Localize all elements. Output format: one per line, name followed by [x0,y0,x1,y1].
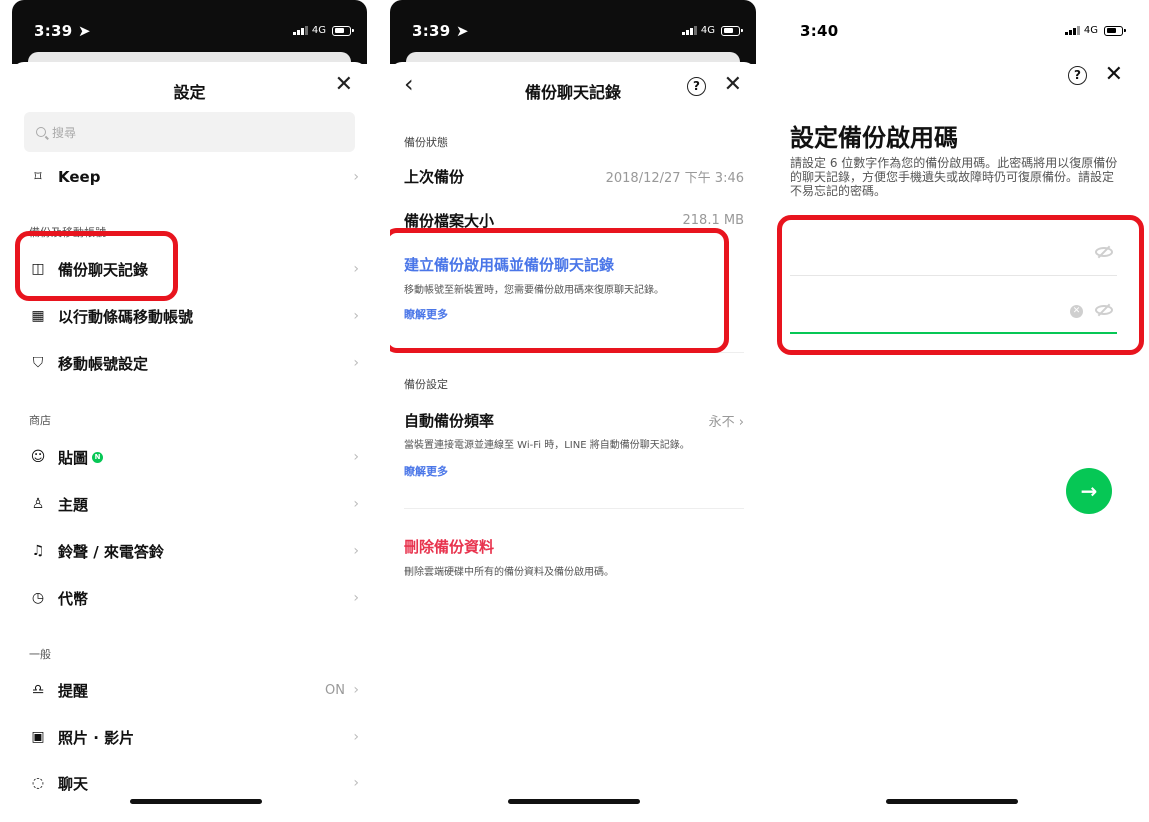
settings-item-themes[interactable]: ♙ 主題 › [12,481,367,527]
bookmark-icon: ⌑ [34,169,42,185]
chevron-right-icon: › [353,543,359,559]
chevron-right-icon: › [353,682,359,698]
settings-item-label: 提醒 [58,681,89,700]
auto-backup-row[interactable]: 自動備份頻率 永不 › [404,410,744,431]
photo-icon: ▣ [31,729,45,745]
page-title: 設定備份啟用碼 [790,124,958,152]
chevron-right-icon: › [353,261,359,277]
network-label: 4G [1083,25,1098,36]
signal-icon [1065,26,1080,35]
backup-screen: 3:39 ➤ 4G ‹ 備份聊天記錄 ? ✕ 備份狀態 上次備份 2018/12… [390,0,756,822]
status-bar: 3:40 4G [772,0,1149,64]
last-backup-row: 上次備份 2018/12/27 下午 3:46 [404,166,744,187]
section-header-settings: 備份設定 [404,378,448,391]
chevron-right-icon: › [353,775,359,791]
auto-backup-label: 自動備份頻率 [404,412,495,430]
settings-item-label: 貼圖 [58,448,89,467]
chat-icon: ◌ [31,775,45,791]
status-time: 3:40 [800,22,839,40]
close-icon[interactable]: ✕ [724,74,742,96]
backup-size-value: 218.1 MB [682,213,744,228]
search-placeholder: 搜尋 [52,125,77,140]
auto-backup-frequency: 永不 [708,415,735,430]
search-input[interactable]: 搜尋 [24,112,355,152]
status-indicators: 4G [293,25,354,36]
section-header-store: 商店 [29,414,51,427]
section-header-general: 一般 [29,648,51,661]
arrow-right-icon: → [1080,479,1098,503]
auto-backup-value: 永不 › [708,415,744,430]
settings-item-ringtones[interactable]: ♫ 鈴聲 / 來電答鈴 › [12,528,367,574]
section-header-status: 備份狀態 [404,136,448,149]
status-time: 3:39 ➤ [412,22,469,40]
battery-icon [1104,25,1126,36]
settings-item-label: Keep [58,168,101,186]
theme-icon: ♙ [31,496,45,512]
shield-icon: ⛉ [32,355,44,371]
settings-screen: 3:39 ➤ 4G 設定 ✕ 搜尋 ⌑ Keep › 備份及移動帳號 ◫ 備份聊… [12,0,367,822]
settings-item-coins[interactable]: ◷ 代幣 › [12,575,367,621]
settings-item-notifications[interactable]: ♎ 提醒 ON › [12,667,367,713]
chevron-right-icon: › [353,729,359,745]
settings-item-label: 照片 · 影片 [58,728,135,747]
network-label: 4G [700,25,715,36]
learn-more-link-2[interactable]: 瞭解更多 [404,463,448,479]
page-description: 請設定 6 位數字作為您的備份啟用碼。此密碼將用以復原備份的聊天記錄，方便您手機… [790,156,1118,198]
backup-sheet: ‹ 備份聊天記錄 ? ✕ 備份狀態 上次備份 2018/12/27 下午 3:4… [390,62,756,822]
bell-icon: ♎ [31,682,45,698]
status-indicators: 4G [682,25,743,36]
auto-backup-desc: 當裝置連接電源並連線至 Wi-Fi 時，LINE 將自動備份聊天記錄。 [404,440,690,451]
settings-item-label: 鈴聲 / 來電答鈴 [58,542,164,561]
chevron-right-icon: › [353,590,359,606]
network-label: 4G [311,25,326,36]
music-note-icon: ♫ [31,543,45,559]
settings-item-label: 主題 [58,495,89,514]
chevron-right-icon: › [353,496,359,512]
close-icon[interactable]: ✕ [335,74,353,96]
sticker-icon: ☺ [30,449,46,465]
settings-item-label: 代幣 [58,589,89,608]
help-icon[interactable]: ? [687,77,706,96]
settings-item-label: 移動帳號設定 [58,354,149,373]
close-icon[interactable]: ✕ [1105,64,1123,86]
status-indicators: 4G [1065,25,1126,36]
signal-icon [682,26,697,35]
settings-item-keep[interactable]: ⌑ Keep › [12,154,367,200]
page-title: 設定 [173,83,206,102]
settings-item-transfer-settings[interactable]: ⛉ 移動帳號設定 › [12,340,367,386]
home-indicator [508,799,640,804]
settings-item-label: 以行動條碼移動帳號 [58,307,194,326]
home-indicator [886,799,1018,804]
last-backup-label: 上次備份 [404,168,465,186]
coin-icon: ◷ [31,590,45,606]
chevron-right-icon: › [353,449,359,465]
battery-icon [332,25,354,36]
home-indicator [130,799,262,804]
qr-code-icon: ▦ [31,308,45,324]
settings-sheet: 設定 ✕ 搜尋 ⌑ Keep › 備份及移動帳號 ◫ 備份聊天記錄 › ▦ 以行… [12,62,367,822]
new-badge: N [92,451,104,463]
highlight-box [15,231,178,301]
settings-item-stickers[interactable]: ☺ 貼圖 N › [12,434,367,480]
help-icon[interactable]: ? [1068,66,1087,85]
last-backup-value: 2018/12/27 下午 3:46 [605,171,744,186]
signal-icon [293,26,308,35]
search-icon [36,127,46,137]
chevron-right-icon: › [353,355,359,371]
delete-backup-desc: 刪除雲端硬碟中所有的備份資料及備份啟用碼。 [404,567,614,578]
delete-backup-button[interactable]: 刪除備份資料 [404,536,494,557]
chevron-right-icon: › [353,308,359,324]
settings-item-label: 聊天 [58,774,89,793]
highlight-box [777,215,1144,355]
next-button[interactable]: → [1066,468,1112,514]
battery-icon [721,25,743,36]
set-backup-code-screen: 3:40 4G ? ✕ 設定備份啟用碼 請設定 6 位數字作為您的備份啟用碼。此… [772,0,1149,822]
chevron-right-icon: › [353,169,359,185]
settings-item-photos[interactable]: ▣ 照片 · 影片 › [12,714,367,760]
settings-item-value: ON [325,682,345,698]
divider [404,508,744,509]
status-time: 3:39 ➤ [34,22,91,40]
highlight-box [390,228,729,353]
